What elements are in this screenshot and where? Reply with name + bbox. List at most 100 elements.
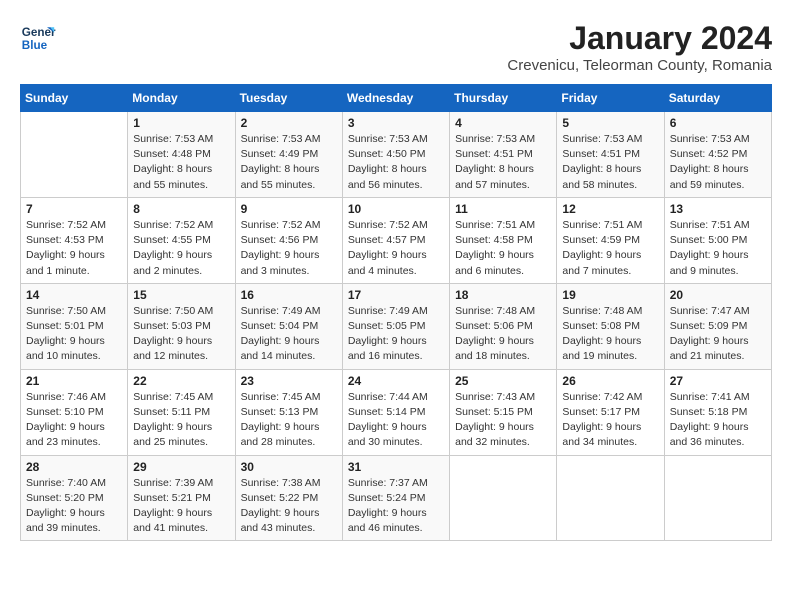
day-number: 7 xyxy=(26,202,122,216)
day-cell: 4 Sunrise: 7:53 AMSunset: 4:51 PMDaylight… xyxy=(450,112,557,198)
header-thursday: Thursday xyxy=(450,85,557,112)
day-number: 18 xyxy=(455,288,551,302)
day-cell: 28 Sunrise: 7:40 AMSunset: 5:20 PMDayligh… xyxy=(21,455,128,541)
location-subtitle: Crevenicu, Teleorman County, Romania xyxy=(507,57,772,74)
day-number: 13 xyxy=(670,202,766,216)
day-number: 10 xyxy=(348,202,444,216)
day-info: Sunrise: 7:42 AMSunset: 5:17 PMDaylight:… xyxy=(562,390,658,451)
day-number: 25 xyxy=(455,374,551,388)
day-cell xyxy=(450,455,557,541)
day-info: Sunrise: 7:43 AMSunset: 5:15 PMDaylight:… xyxy=(455,390,551,451)
day-info: Sunrise: 7:51 AMSunset: 5:00 PMDaylight:… xyxy=(670,218,766,279)
week-row-1: 1 Sunrise: 7:53 AMSunset: 4:48 PMDaylight… xyxy=(21,112,772,198)
day-info: Sunrise: 7:40 AMSunset: 5:20 PMDaylight:… xyxy=(26,476,122,537)
day-number: 14 xyxy=(26,288,122,302)
day-info: Sunrise: 7:51 AMSunset: 4:58 PMDaylight:… xyxy=(455,218,551,279)
day-info: Sunrise: 7:38 AMSunset: 5:22 PMDaylight:… xyxy=(241,476,337,537)
day-cell: 8 Sunrise: 7:52 AMSunset: 4:55 PMDaylight… xyxy=(128,197,235,283)
svg-text:Blue: Blue xyxy=(22,39,48,52)
day-cell: 20Sunrise: 7:47 AMSunset: 5:09 PMDayligh… xyxy=(664,283,771,369)
day-number: 30 xyxy=(241,460,337,474)
day-cell: 19 Sunrise: 7:48 AMSunset: 5:08 PMDayligh… xyxy=(557,283,664,369)
day-info: Sunrise: 7:50 AMSunset: 5:01 PMDaylight:… xyxy=(26,304,122,365)
day-info: Sunrise: 7:45 AMSunset: 5:11 PMDaylight:… xyxy=(133,390,229,451)
day-info: Sunrise: 7:49 AMSunset: 5:04 PMDaylight:… xyxy=(241,304,337,365)
day-cell: 21Sunrise: 7:46 AMSunset: 5:10 PMDayligh… xyxy=(21,369,128,455)
header-monday: Monday xyxy=(128,85,235,112)
day-info: Sunrise: 7:53 AMSunset: 4:51 PMDaylight:… xyxy=(455,132,551,193)
day-cell: 14 Sunrise: 7:50 AMSunset: 5:01 PMDayligh… xyxy=(21,283,128,369)
day-cell: 13 Sunrise: 7:51 AMSunset: 5:00 PMDayligh… xyxy=(664,197,771,283)
page-header: General Blue January 2024 Crevenicu, Tel… xyxy=(20,20,772,74)
day-info: Sunrise: 7:39 AMSunset: 5:21 PMDaylight:… xyxy=(133,476,229,537)
day-number: 2 xyxy=(241,116,337,130)
day-number: 16 xyxy=(241,288,337,302)
day-number: 24 xyxy=(348,374,444,388)
day-number: 1 xyxy=(133,116,229,130)
day-cell: 5Sunrise: 7:53 AMSunset: 4:51 PMDaylight… xyxy=(557,112,664,198)
day-number: 28 xyxy=(26,460,122,474)
day-info: Sunrise: 7:48 AMSunset: 5:06 PMDaylight:… xyxy=(455,304,551,365)
day-cell: 3Sunrise: 7:53 AMSunset: 4:50 PMDaylight… xyxy=(342,112,449,198)
day-number: 4 xyxy=(455,116,551,130)
day-info: Sunrise: 7:52 AMSunset: 4:53 PMDaylight:… xyxy=(26,218,122,279)
day-number: 31 xyxy=(348,460,444,474)
day-info: Sunrise: 7:52 AMSunset: 4:55 PMDaylight:… xyxy=(133,218,229,279)
day-number: 9 xyxy=(241,202,337,216)
day-cell: 26 Sunrise: 7:42 AMSunset: 5:17 PMDayligh… xyxy=(557,369,664,455)
day-cell: 12Sunrise: 7:51 AMSunset: 4:59 PMDayligh… xyxy=(557,197,664,283)
header-tuesday: Tuesday xyxy=(235,85,342,112)
day-cell: 11Sunrise: 7:51 AMSunset: 4:58 PMDayligh… xyxy=(450,197,557,283)
day-cell: 7 Sunrise: 7:52 AMSunset: 4:53 PMDaylight… xyxy=(21,197,128,283)
day-info: Sunrise: 7:53 AMSunset: 4:48 PMDaylight:… xyxy=(133,132,229,193)
day-cell: 16 Sunrise: 7:49 AMSunset: 5:04 PMDayligh… xyxy=(235,283,342,369)
day-cell: 23Sunrise: 7:45 AMSunset: 5:13 PMDayligh… xyxy=(235,369,342,455)
day-info: Sunrise: 7:53 AMSunset: 4:49 PMDaylight:… xyxy=(241,132,337,193)
day-cell: 10 Sunrise: 7:52 AMSunset: 4:57 PMDayligh… xyxy=(342,197,449,283)
day-number: 8 xyxy=(133,202,229,216)
day-info: Sunrise: 7:41 AMSunset: 5:18 PMDaylight:… xyxy=(670,390,766,451)
day-info: Sunrise: 7:45 AMSunset: 5:13 PMDaylight:… xyxy=(241,390,337,451)
header-wednesday: Wednesday xyxy=(342,85,449,112)
day-cell: 2 Sunrise: 7:53 AMSunset: 4:49 PMDaylight… xyxy=(235,112,342,198)
day-info: Sunrise: 7:37 AMSunset: 5:24 PMDaylight:… xyxy=(348,476,444,537)
day-info: Sunrise: 7:53 AMSunset: 4:51 PMDaylight:… xyxy=(562,132,658,193)
logo-icon: General Blue xyxy=(20,20,56,56)
day-info: Sunrise: 7:52 AMSunset: 4:57 PMDaylight:… xyxy=(348,218,444,279)
day-cell xyxy=(664,455,771,541)
calendar-header-row: SundayMondayTuesdayWednesdayThursdayFrid… xyxy=(21,85,772,112)
day-number: 29 xyxy=(133,460,229,474)
day-cell: 6 Sunrise: 7:53 AMSunset: 4:52 PMDaylight… xyxy=(664,112,771,198)
day-info: Sunrise: 7:44 AMSunset: 5:14 PMDaylight:… xyxy=(348,390,444,451)
day-cell xyxy=(21,112,128,198)
day-number: 20 xyxy=(670,288,766,302)
day-cell: 22 Sunrise: 7:45 AMSunset: 5:11 PMDayligh… xyxy=(128,369,235,455)
header-saturday: Saturday xyxy=(664,85,771,112)
day-cell: 29 Sunrise: 7:39 AMSunset: 5:21 PMDayligh… xyxy=(128,455,235,541)
day-number: 26 xyxy=(562,374,658,388)
day-cell: 24 Sunrise: 7:44 AMSunset: 5:14 PMDayligh… xyxy=(342,369,449,455)
day-number: 27 xyxy=(670,374,766,388)
day-info: Sunrise: 7:50 AMSunset: 5:03 PMDaylight:… xyxy=(133,304,229,365)
header-friday: Friday xyxy=(557,85,664,112)
logo: General Blue xyxy=(20,20,56,56)
week-row-3: 14 Sunrise: 7:50 AMSunset: 5:01 PMDayligh… xyxy=(21,283,772,369)
day-number: 19 xyxy=(562,288,658,302)
day-cell: 18 Sunrise: 7:48 AMSunset: 5:06 PMDayligh… xyxy=(450,283,557,369)
day-info: Sunrise: 7:53 AMSunset: 4:50 PMDaylight:… xyxy=(348,132,444,193)
day-number: 12 xyxy=(562,202,658,216)
day-info: Sunrise: 7:53 AMSunset: 4:52 PMDaylight:… xyxy=(670,132,766,193)
week-row-2: 7 Sunrise: 7:52 AMSunset: 4:53 PMDaylight… xyxy=(21,197,772,283)
header-sunday: Sunday xyxy=(21,85,128,112)
day-info: Sunrise: 7:52 AMSunset: 4:56 PMDaylight:… xyxy=(241,218,337,279)
day-cell: 1 Sunrise: 7:53 AMSunset: 4:48 PMDaylight… xyxy=(128,112,235,198)
day-cell xyxy=(557,455,664,541)
day-number: 6 xyxy=(670,116,766,130)
day-cell: 9 Sunrise: 7:52 AMSunset: 4:56 PMDaylight… xyxy=(235,197,342,283)
day-number: 22 xyxy=(133,374,229,388)
day-info: Sunrise: 7:48 AMSunset: 5:08 PMDaylight:… xyxy=(562,304,658,365)
day-cell: 31 Sunrise: 7:37 AMSunset: 5:24 PMDayligh… xyxy=(342,455,449,541)
day-number: 21 xyxy=(26,374,122,388)
day-cell: 17Sunrise: 7:49 AMSunset: 5:05 PMDayligh… xyxy=(342,283,449,369)
day-cell: 25 Sunrise: 7:43 AMSunset: 5:15 PMDayligh… xyxy=(450,369,557,455)
